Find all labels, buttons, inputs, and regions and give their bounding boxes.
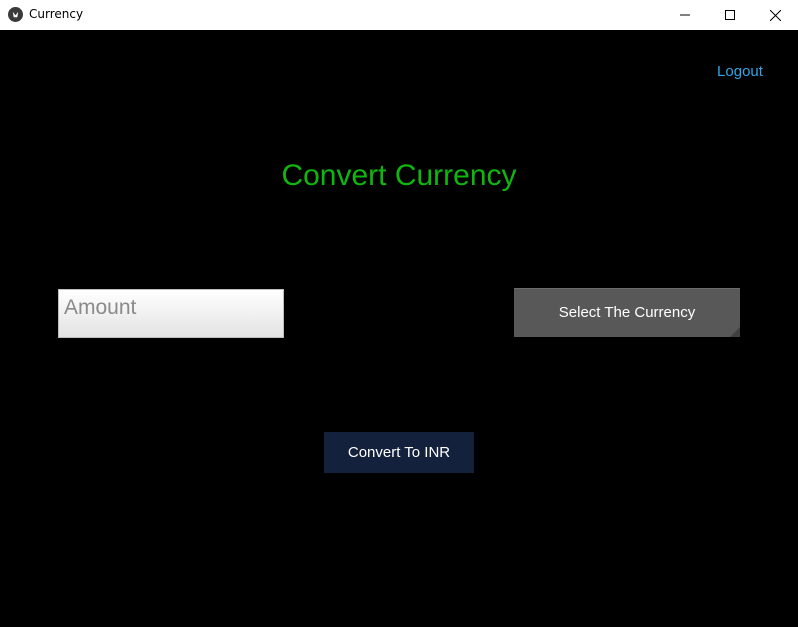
amount-input[interactable] — [58, 289, 284, 338]
main-content: Logout Convert Currency Select The Curre… — [0, 30, 798, 627]
logout-link[interactable]: Logout — [708, 63, 772, 83]
app-icon — [8, 7, 23, 22]
select-currency-label: Select The Currency — [558, 304, 696, 321]
maximize-icon — [725, 10, 735, 20]
convert-label: Convert To INR — [347, 444, 451, 461]
page-title: Convert Currency — [281, 159, 517, 192]
minimize-button[interactable] — [662, 0, 708, 30]
title-bar: Currency — [0, 0, 798, 30]
close-button[interactable] — [752, 0, 798, 30]
window-title: Currency — [29, 7, 84, 21]
dropdown-corner-icon — [730, 327, 740, 337]
convert-button[interactable]: Convert To INR — [324, 432, 474, 473]
close-icon — [769, 9, 781, 21]
select-currency-button[interactable]: Select The Currency — [514, 288, 740, 337]
maximize-button[interactable] — [707, 0, 753, 30]
minimize-icon — [680, 14, 690, 16]
